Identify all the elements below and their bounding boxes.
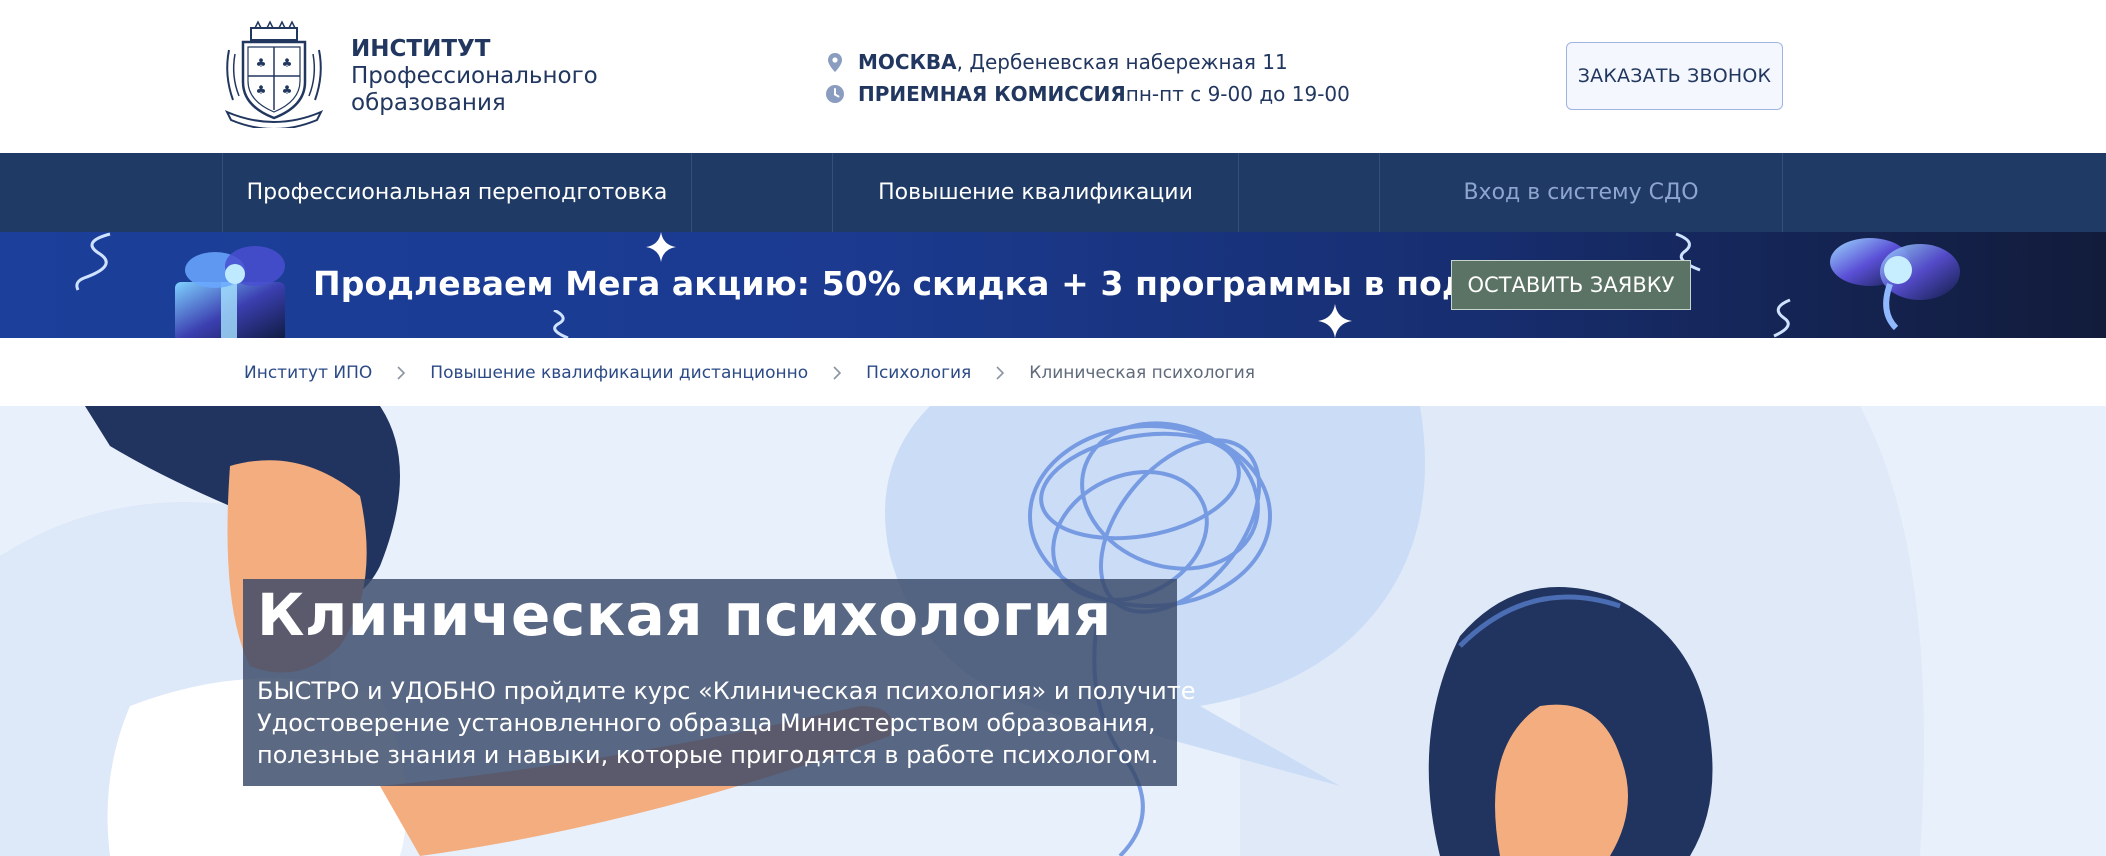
address-row: МОСКВА, Дербеневская набережная 11 <box>826 46 1350 78</box>
hero-section: Клиническая психология БЫСТРО и УДОБНО п… <box>0 406 2106 856</box>
chevron-right-icon <box>396 366 406 380</box>
chevron-right-icon <box>832 366 842 380</box>
breadcrumb-item-psychology[interactable]: Психология <box>866 363 971 383</box>
svg-text:♣: ♣ <box>256 83 267 97</box>
breadcrumb-item-qualification[interactable]: Повышение квалификации дистанционно <box>430 363 808 383</box>
breadcrumb-item-home[interactable]: Институт ИПО <box>244 363 372 383</box>
ribbon-curl-decoration <box>1773 298 1791 338</box>
gift-bow-right-decoration <box>1830 238 1960 331</box>
gift-box-left-decoration <box>175 246 285 338</box>
main-navigation: Профессиональная переподготовка Повышени… <box>0 153 2106 232</box>
breadcrumb-item-current: Клиническая психология <box>1029 363 1256 383</box>
chevron-right-icon <box>995 366 1005 380</box>
hero-title: Клиническая психология <box>257 581 1112 649</box>
contacts-block: МОСКВА, Дербеневская набережная 11 ПРИЕМ… <box>826 46 1350 110</box>
hero-description-line: Удостоверение установленного образца Мин… <box>257 709 1156 737</box>
nav-item-qualification[interactable]: Повышение квалификации <box>832 153 1238 232</box>
svg-text:♣: ♣ <box>282 56 293 70</box>
nav-spacer <box>1238 153 1379 232</box>
address-street: , Дербеневская набережная 11 <box>956 50 1288 74</box>
leave-request-button[interactable]: ОСТАВИТЬ ЗАЯВКУ <box>1451 260 1691 310</box>
admissions-label: ПРИЕМНАЯ КОМИССИЯ <box>858 82 1126 106</box>
svg-text:♣: ♣ <box>256 56 267 70</box>
svg-text:♣: ♣ <box>282 83 293 97</box>
ribbon-curl-decoration <box>75 232 111 291</box>
logo-line-professional: Профессионального <box>351 63 598 89</box>
logo-line-institute: ИНСТИТУТ <box>351 36 491 62</box>
admissions-hours: пн-пт с 9-00 до 19-00 <box>1125 82 1350 106</box>
nav-item-lms-login[interactable]: Вход в систему СДО <box>1379 153 1783 232</box>
ribbon-curl-decoration <box>553 310 569 338</box>
location-pin-icon <box>826 52 844 72</box>
clock-icon <box>826 84 844 104</box>
breadcrumb: Институт ИПО Повышение квалификации дист… <box>244 360 1255 386</box>
order-call-button[interactable]: ЗАКАЗАТЬ ЗВОНОК <box>1566 42 1783 110</box>
address-city: МОСКВА <box>858 50 957 74</box>
site-header: ♣ ♣ ♣ ♣ ИНСТИТУТ Профессионального образ… <box>0 0 2106 153</box>
logo-line-education: образования <box>351 90 506 116</box>
sparkle-icon <box>646 232 676 262</box>
sparkle-icon <box>1318 304 1352 338</box>
nav-spacer <box>691 153 832 232</box>
institute-logo-emblem[interactable]: ♣ ♣ ♣ ♣ <box>221 20 327 130</box>
hero-description-line: полезные знания и навыки, которые пригод… <box>257 741 1159 769</box>
promo-title: Продлеваем Мега акцию: 50% скидка + 3 пр… <box>313 264 1560 303</box>
schedule-row: ПРИЕМНАЯ КОМИССИЯ пн-пт с 9-00 до 19-00 <box>826 78 1350 110</box>
hero-description-line: БЫСТРО и УДОБНО пройдите курс «Клиническ… <box>257 677 1196 705</box>
promo-banner[interactable]: Продлеваем Мега акцию: 50% скидка + 3 пр… <box>0 232 2106 338</box>
hero-info-box: Клиническая психология БЫСТРО и УДОБНО п… <box>243 579 1196 786</box>
hero-description: БЫСТРО и УДОБНО пройдите курс «Клиническ… <box>257 675 1196 771</box>
institute-logo-text[interactable]: ИНСТИТУТ Профессионального образования <box>351 36 598 117</box>
nav-item-retraining[interactable]: Профессиональная переподготовка <box>222 153 691 232</box>
